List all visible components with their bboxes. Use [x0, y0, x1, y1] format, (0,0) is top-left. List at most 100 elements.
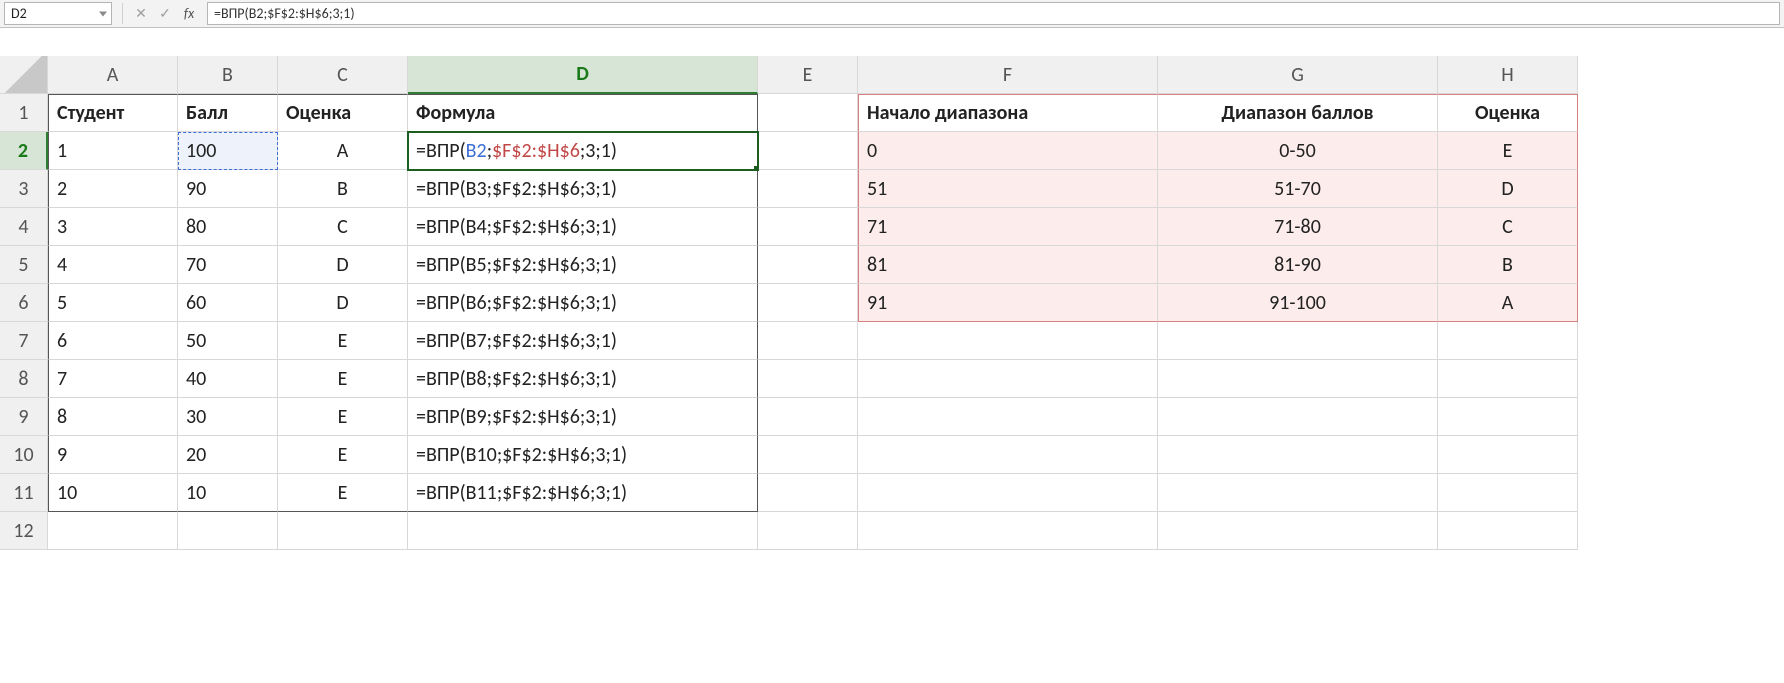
- cell-B9[interactable]: 30: [178, 398, 278, 436]
- cell-B5[interactable]: 70: [178, 246, 278, 284]
- cell-F11[interactable]: [858, 474, 1158, 512]
- row-header-8[interactable]: 8: [0, 360, 48, 398]
- cell-C10[interactable]: E: [278, 436, 408, 474]
- cell-E5[interactable]: [758, 246, 858, 284]
- cell-D4[interactable]: =ВПР(B4;$F$2:$H$6;3;1): [408, 208, 758, 246]
- cell-C1[interactable]: Оценка: [278, 94, 408, 132]
- cell-A1[interactable]: Студент: [48, 94, 178, 132]
- cell-A5[interactable]: 4: [48, 246, 178, 284]
- cell-F3[interactable]: 51: [858, 170, 1158, 208]
- cell-H6[interactable]: A: [1438, 284, 1578, 322]
- cell-D10[interactable]: =ВПР(B10;$F$2:$H$6;3;1): [408, 436, 758, 474]
- cell-H4[interactable]: C: [1438, 208, 1578, 246]
- cell-G9[interactable]: [1158, 398, 1438, 436]
- cell-E6[interactable]: [758, 284, 858, 322]
- cell-H3[interactable]: D: [1438, 170, 1578, 208]
- cell-G11[interactable]: [1158, 474, 1438, 512]
- cell-C11[interactable]: E: [278, 474, 408, 512]
- row-header-9[interactable]: 9: [0, 398, 48, 436]
- cell-B8[interactable]: 40: [178, 360, 278, 398]
- col-header-G[interactable]: G: [1158, 56, 1438, 94]
- cell-C4[interactable]: C: [278, 208, 408, 246]
- chevron-down-icon[interactable]: [99, 11, 107, 16]
- cell-C5[interactable]: D: [278, 246, 408, 284]
- cell-C8[interactable]: E: [278, 360, 408, 398]
- row-header-3[interactable]: 3: [0, 170, 48, 208]
- cell-G7[interactable]: [1158, 322, 1438, 360]
- cell-C3[interactable]: B: [278, 170, 408, 208]
- cell-G8[interactable]: [1158, 360, 1438, 398]
- cell-A12[interactable]: [48, 512, 178, 550]
- cell-A7[interactable]: 6: [48, 322, 178, 360]
- cell-H12[interactable]: [1438, 512, 1578, 550]
- cell-A11[interactable]: 10: [48, 474, 178, 512]
- cell-G4[interactable]: 71-80: [1158, 208, 1438, 246]
- row-header-1[interactable]: 1: [0, 94, 48, 132]
- cell-E4[interactable]: [758, 208, 858, 246]
- cell-E9[interactable]: [758, 398, 858, 436]
- row-header-11[interactable]: 11: [0, 474, 48, 512]
- cell-D7[interactable]: =ВПР(B7;$F$2:$H$6;3;1): [408, 322, 758, 360]
- cell-G5[interactable]: 81-90: [1158, 246, 1438, 284]
- cell-A4[interactable]: 3: [48, 208, 178, 246]
- cell-A2[interactable]: 1: [48, 132, 178, 170]
- cell-F6[interactable]: 91: [858, 284, 1158, 322]
- cell-G12[interactable]: [1158, 512, 1438, 550]
- cell-B7[interactable]: 50: [178, 322, 278, 360]
- cell-C12[interactable]: [278, 512, 408, 550]
- cell-F1[interactable]: Начало диапазона: [858, 94, 1158, 132]
- accept-button[interactable]: ✓: [154, 2, 176, 25]
- cell-D2[interactable]: =ВПР(B2;$F$2:$H$6;3;1): [408, 132, 758, 170]
- cell-A8[interactable]: 7: [48, 360, 178, 398]
- cell-F9[interactable]: [858, 398, 1158, 436]
- row-header-12[interactable]: 12: [0, 512, 48, 550]
- cell-F2[interactable]: 0: [858, 132, 1158, 170]
- cell-B11[interactable]: 10: [178, 474, 278, 512]
- cell-H9[interactable]: [1438, 398, 1578, 436]
- cell-F8[interactable]: [858, 360, 1158, 398]
- col-header-F[interactable]: F: [858, 56, 1158, 94]
- cell-H10[interactable]: [1438, 436, 1578, 474]
- col-header-B[interactable]: B: [178, 56, 278, 94]
- cell-D3[interactable]: =ВПР(B3;$F$2:$H$6;3;1): [408, 170, 758, 208]
- cell-H11[interactable]: [1438, 474, 1578, 512]
- cell-A10[interactable]: 9: [48, 436, 178, 474]
- select-all-corner[interactable]: [0, 56, 48, 94]
- cell-E10[interactable]: [758, 436, 858, 474]
- cell-B6[interactable]: 60: [178, 284, 278, 322]
- cell-D12[interactable]: [408, 512, 758, 550]
- row-header-7[interactable]: 7: [0, 322, 48, 360]
- cell-H1[interactable]: Оценка: [1438, 94, 1578, 132]
- cell-E7[interactable]: [758, 322, 858, 360]
- cell-C6[interactable]: D: [278, 284, 408, 322]
- cancel-button[interactable]: ✕: [130, 2, 152, 25]
- cell-G10[interactable]: [1158, 436, 1438, 474]
- cell-B2[interactable]: 100: [178, 132, 278, 170]
- cell-H7[interactable]: [1438, 322, 1578, 360]
- formula-input[interactable]: =ВПР(B2;$F$2:$H$6;3;1): [207, 2, 1780, 25]
- cell-B12[interactable]: [178, 512, 278, 550]
- col-header-H[interactable]: H: [1438, 56, 1578, 94]
- cell-F10[interactable]: [858, 436, 1158, 474]
- cell-D5[interactable]: =ВПР(B5;$F$2:$H$6;3;1): [408, 246, 758, 284]
- cell-E3[interactable]: [758, 170, 858, 208]
- cell-B4[interactable]: 80: [178, 208, 278, 246]
- row-header-10[interactable]: 10: [0, 436, 48, 474]
- cell-E12[interactable]: [758, 512, 858, 550]
- cell-A3[interactable]: 2: [48, 170, 178, 208]
- cell-C9[interactable]: E: [278, 398, 408, 436]
- spreadsheet-grid[interactable]: A B C D E F G H 1 Студент Балл Оценка Фо…: [0, 56, 1784, 550]
- row-header-2[interactable]: 2: [0, 132, 48, 170]
- cell-C7[interactable]: E: [278, 322, 408, 360]
- cell-F7[interactable]: [858, 322, 1158, 360]
- cell-B3[interactable]: 90: [178, 170, 278, 208]
- row-header-5[interactable]: 5: [0, 246, 48, 284]
- cell-E1[interactable]: [758, 94, 858, 132]
- cell-G1[interactable]: Диапазон баллов: [1158, 94, 1438, 132]
- cell-D1[interactable]: Формула: [408, 94, 758, 132]
- col-header-E[interactable]: E: [758, 56, 858, 94]
- row-header-6[interactable]: 6: [0, 284, 48, 322]
- cell-F5[interactable]: 81: [858, 246, 1158, 284]
- cell-H2[interactable]: E: [1438, 132, 1578, 170]
- cell-G3[interactable]: 51-70: [1158, 170, 1438, 208]
